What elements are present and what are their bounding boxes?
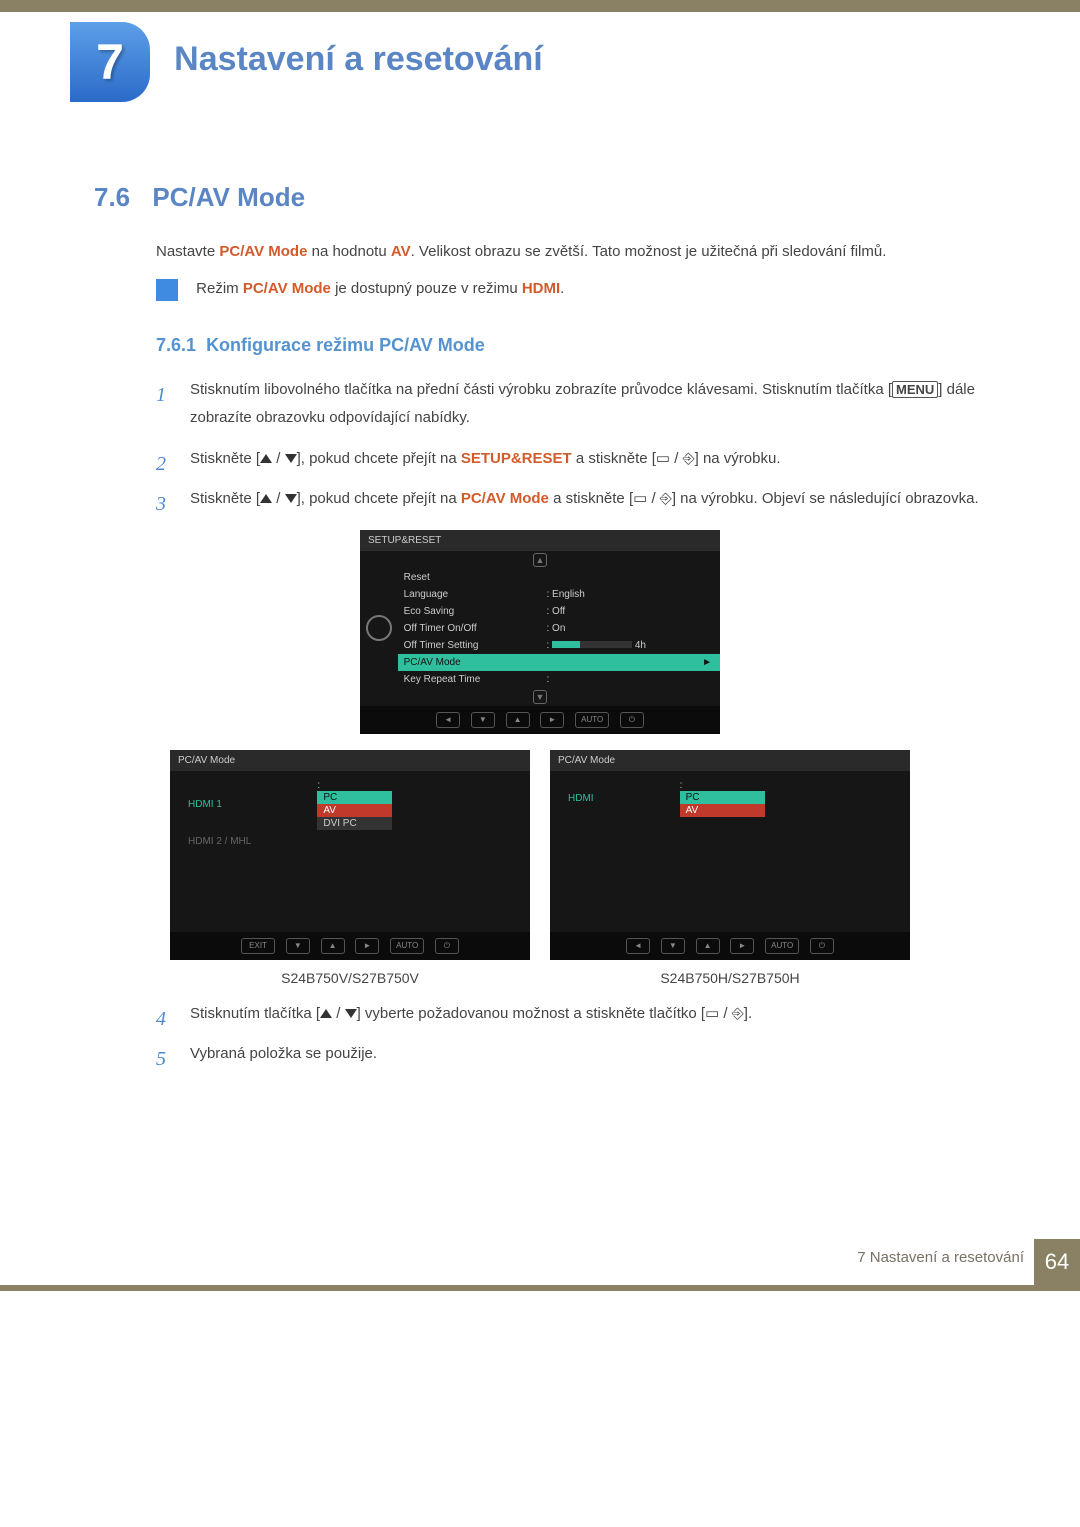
nav-auto-icon: AUTO <box>390 938 424 954</box>
osd-row-selected: PC/AV Mode► <box>398 654 720 671</box>
step-1: 1 Stisknutím libovolného tlačítka na pře… <box>156 376 1010 433</box>
arrow-down-icon <box>285 454 297 463</box>
osd-opt: DVI PC <box>317 817 392 830</box>
osd-main-title: SETUP&RESET <box>360 530 720 551</box>
nav-down-icon: ▼ <box>471 712 495 728</box>
scroll-up-icon: ▲ <box>533 553 548 567</box>
step-2: 2 Stiskněte [ / ], pokud chcete přejít n… <box>156 445 1010 474</box>
osd-row: Reset <box>398 569 720 586</box>
osd-item: HDMI 1 <box>182 777 257 833</box>
page-content: 7 Nastavení a resetování 7.6 PC/AV Mode … <box>0 12 1080 1069</box>
osd-main-wrap: SETUP&RESET ▲ Reset Language: English Ec… <box>70 530 1010 734</box>
nav-right-icon: ► <box>355 938 379 954</box>
nav-right-icon: ► <box>730 938 754 954</box>
nav-down-icon: ▼ <box>661 938 685 954</box>
nav-power-icon: ⏻ <box>620 712 644 728</box>
page-footer: 7 Nastavení a resetování 64 <box>0 1239 1080 1291</box>
page-number: 64 <box>1034 1239 1080 1285</box>
arrow-up-icon <box>260 454 272 463</box>
slider-icon <box>552 641 632 648</box>
nav-power-icon: ⏻ <box>810 938 834 954</box>
nav-right-icon: ► <box>540 712 564 728</box>
osd-category-icon <box>360 569 398 688</box>
chapter-header: 7 Nastavení a resetování <box>70 22 1010 102</box>
note-icon <box>156 279 178 301</box>
osd-row: Language: English <box>398 586 720 603</box>
arrow-down-icon <box>345 1009 357 1018</box>
nav-auto-icon: AUTO <box>575 712 609 728</box>
nav-left-icon: ◄ <box>436 712 460 728</box>
scroll-down-icon: ▼ <box>533 690 548 704</box>
arrow-up-icon <box>320 1009 332 1018</box>
section-heading: 7.6 PC/AV Mode <box>94 182 1010 213</box>
gear-icon <box>366 615 392 641</box>
osd-row: Key Repeat Time: <box>398 671 720 688</box>
step-3: 3 Stiskněte [ / ], pokud chcete přejít n… <box>156 485 1010 514</box>
top-stripe <box>0 0 1080 12</box>
nav-up-icon: ▲ <box>696 938 720 954</box>
nav-exit: EXIT <box>241 938 275 954</box>
nav-auto-icon: AUTO <box>765 938 799 954</box>
chapter-title: Nastavení a resetování <box>174 40 543 79</box>
chapter-badge: 7 <box>70 22 150 102</box>
section-title: PC/AV Mode <box>152 182 305 212</box>
note-text: Režim PC/AV Mode je dostupný pouze v rež… <box>196 280 564 297</box>
model-label-left: S24B750V/S27B750V <box>170 970 530 986</box>
osd-row: Off Timer On/Off: On <box>398 620 720 637</box>
nav-power-icon: ⏻ <box>435 938 459 954</box>
osd-sub-pair: PC/AV Mode HDMI 1 : PC AV DVI PC HDMI 2 … <box>70 750 1010 986</box>
osd-opt: PC <box>317 791 392 804</box>
osd-left: PC/AV Mode HDMI 1 : PC AV DVI PC HDMI 2 … <box>170 750 530 960</box>
display-icon: ▭ / ⎆ <box>705 1005 744 1022</box>
footer-text: 7 Nastavení a resetování <box>857 1249 1024 1266</box>
osd-left-title: PC/AV Mode <box>170 750 530 771</box>
menu-key-icon: MENU <box>892 381 938 398</box>
osd-main: SETUP&RESET ▲ Reset Language: English Ec… <box>360 530 720 734</box>
osd-main-table: Reset Language: English Eco Saving: Off … <box>398 569 720 688</box>
step-4: 4 Stisknutím tlačítka [ / ] vyberte poža… <box>156 1000 1010 1029</box>
osd-opt-selected: AV <box>680 804 765 817</box>
section-number: 7.6 <box>94 182 130 212</box>
osd-item: HDMI 2 / MHL <box>182 833 257 850</box>
osd-opt-selected: AV <box>317 804 392 817</box>
step-5: 5 Vybraná položka se použije. <box>156 1040 1010 1069</box>
osd-item: HDMI <box>562 777 600 820</box>
nav-down-icon: ▼ <box>286 938 310 954</box>
osd-nav-bar: ◄ ▼ ▲ ► AUTO ⏻ <box>360 706 720 734</box>
model-label-right: S24B750H/S27B750H <box>550 970 910 986</box>
osd-row: Eco Saving: Off <box>398 603 720 620</box>
osd-right-title: PC/AV Mode <box>550 750 910 771</box>
arrow-up-icon <box>260 494 272 503</box>
subsection-heading: 7.6.1 Konfigurace režimu PC/AV Mode <box>156 335 1010 356</box>
osd-right: PC/AV Mode HDMI : PC AV ◄ ▼ ▲ <box>550 750 910 960</box>
steps-list: 1 Stisknutím libovolného tlačítka na pře… <box>156 376 1010 514</box>
osd-row: Off Timer Setting: 4h <box>398 637 720 654</box>
arrow-down-icon <box>285 494 297 503</box>
display-icon: ▭ / ⎆ <box>656 450 695 467</box>
nav-up-icon: ▲ <box>506 712 530 728</box>
osd-opt: PC <box>680 791 765 804</box>
nav-up-icon: ▲ <box>321 938 345 954</box>
note-row: Režim PC/AV Mode je dostupný pouze v rež… <box>70 279 1010 301</box>
display-icon: ▭ / ⎆ <box>633 490 672 507</box>
intro-paragraph: Nastavte PC/AV Mode na hodnotu AV. Velik… <box>156 239 1010 265</box>
nav-left-icon: ◄ <box>626 938 650 954</box>
